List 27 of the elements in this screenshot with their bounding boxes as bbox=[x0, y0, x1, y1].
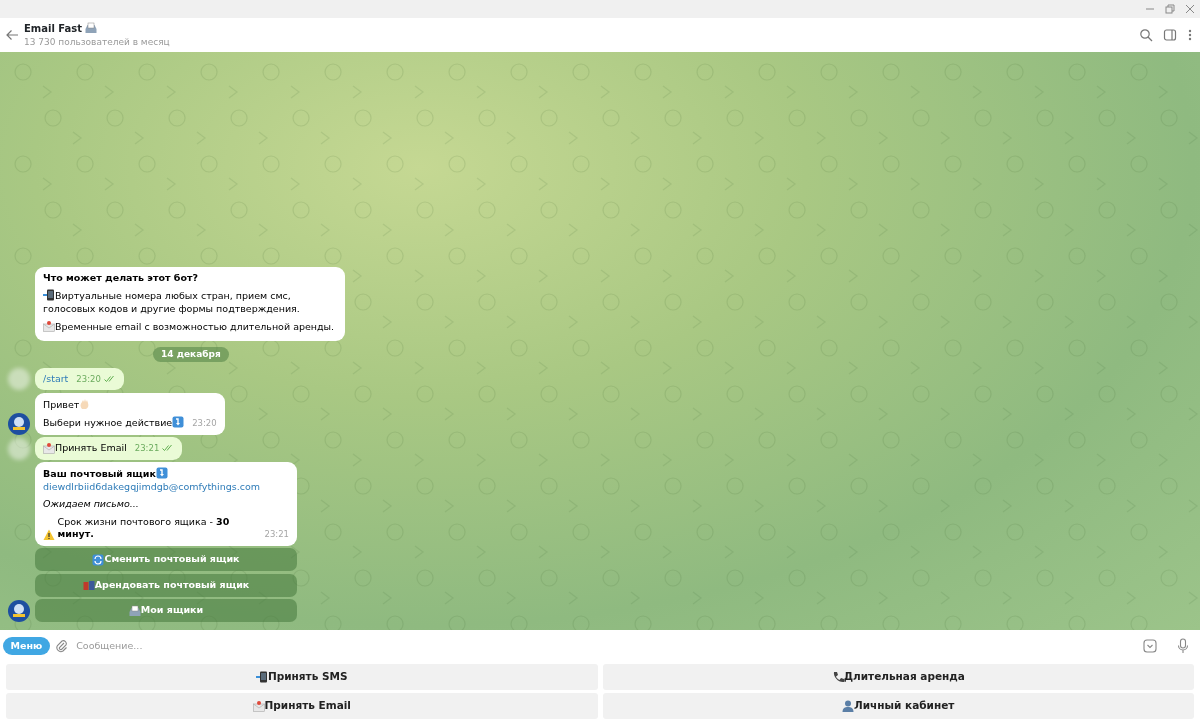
intro-title: Что может делать этот бот? bbox=[43, 271, 199, 284]
message-text[interactable]: /start bbox=[43, 372, 69, 385]
menu-button[interactable]: Меню bbox=[2, 636, 51, 656]
intro-paragraph: Виртуальные номера любых стран, прием смс, голосовых кодов и другие формы подтверждения. bbox=[43, 289, 301, 315]
notice-text: Срок жизни почтового ящика - 30 минут. bbox=[57, 515, 231, 541]
message-time: 23:20 bbox=[76, 372, 101, 385]
inline-button[interactable]: Мои ящики bbox=[35, 599, 297, 622]
member-count: 13 730 пользователей в месяц bbox=[24, 35, 171, 49]
inline-button[interactable]: Сменить почтовый ящик bbox=[35, 548, 297, 571]
status-text: Ожидаем письмо... bbox=[43, 498, 140, 511]
email-link[interactable]: diewdlrbiid6dakegqjimdgb@comfythings.com bbox=[43, 480, 289, 493]
keyboard-button[interactable]: Личный кабинет bbox=[602, 692, 1194, 719]
message-time: 23:21 bbox=[264, 528, 289, 541]
intro-paragraph: Временные email с возможностью длительной аренды. bbox=[43, 320, 337, 334]
keyboard-button[interactable]: Принять Email bbox=[6, 692, 598, 719]
date-label: 14 декабря bbox=[153, 346, 229, 362]
message-text: Принять Email bbox=[55, 442, 127, 455]
message-text: Привет bbox=[43, 398, 92, 410]
keyboard-button[interactable]: Принять SMS bbox=[6, 664, 598, 690]
inline-button[interactable]: Арендовать почтовый ящик bbox=[35, 573, 297, 597]
keyboard-button[interactable]: Длительная аренда bbox=[602, 664, 1194, 690]
message-text: Выбери нужное действие bbox=[43, 416, 185, 430]
mailbox-title: Ваш почтовый ящик bbox=[43, 467, 289, 481]
message-time: 23:20 bbox=[192, 417, 217, 430]
message-time: 23:21 bbox=[134, 442, 160, 455]
chat-title: Email Fast bbox=[24, 21, 83, 36]
message-input[interactable]: Сообщение... bbox=[74, 637, 1138, 655]
